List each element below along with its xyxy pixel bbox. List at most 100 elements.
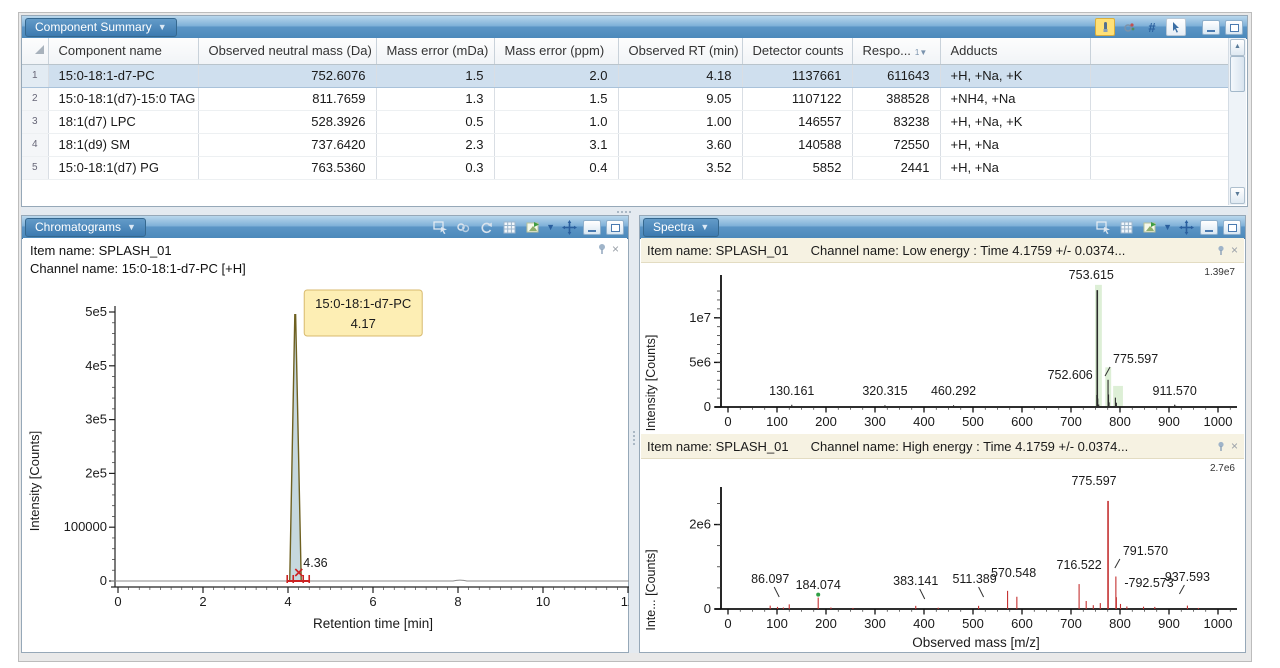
table-scrollbar[interactable]: ▲ ▼ <box>1228 38 1246 205</box>
table-cell: +H, +Na <box>940 156 1090 179</box>
table-cell: 1.3 <box>376 87 494 110</box>
corner-triangle-icon <box>32 42 46 56</box>
scroll-down-button[interactable]: ▼ <box>1230 187 1245 204</box>
chromatogram-plot[interactable]: 01000002e53e54e55e5Intensity [Counts]024… <box>23 276 629 652</box>
minimize-button[interactable] <box>583 220 601 235</box>
splitter-grip[interactable] <box>631 425 636 451</box>
export-image-icon[interactable] <box>523 219 541 235</box>
close-icon[interactable]: × <box>612 244 619 254</box>
column-header-8[interactable]: Adducts <box>940 38 1090 64</box>
svg-text:600: 600 <box>1011 414 1033 429</box>
export-dropdown-icon[interactable]: ▼ <box>1163 222 1172 232</box>
undo-zoom-icon[interactable] <box>477 219 495 235</box>
number-format-icon[interactable]: # <box>1143 19 1161 35</box>
pan-icon[interactable] <box>1177 219 1195 235</box>
column-header-3[interactable]: Mass error (mDa) <box>376 38 494 64</box>
component-summary-title: Component Summary <box>35 20 152 34</box>
svg-text:200: 200 <box>815 414 837 429</box>
table-cell: 3.1 <box>494 133 618 156</box>
pin-icon[interactable] <box>1216 441 1226 452</box>
low-energy-spectrum-plot[interactable]: 05e61e701002003004005006007008009001000I… <box>641 263 1246 433</box>
pin-icon[interactable] <box>1216 245 1226 256</box>
zoom-select-icon[interactable] <box>431 219 449 235</box>
pointer-tool-icon[interactable] <box>1166 18 1186 36</box>
close-icon[interactable]: × <box>1231 245 1238 255</box>
plot-controls: × <box>597 243 619 255</box>
table-cell: 15:0-18:1(d7)-15:0 TAG <box>48 87 198 110</box>
svg-text:2e6: 2e6 <box>689 517 711 532</box>
legend-icon[interactable] <box>1120 19 1138 35</box>
spectra-menu[interactable]: Spectra ▼ <box>643 218 719 237</box>
chromatogram-content: Item name: SPLASH_01 Channel name: 15:0-… <box>23 238 627 651</box>
minimize-button[interactable] <box>1200 220 1218 235</box>
splitter-grip[interactable] <box>611 209 637 214</box>
scroll-thumb[interactable] <box>1230 56 1245 92</box>
table-cell: 140588 <box>742 133 852 156</box>
chromatograms-titlebar: Chromatograms ▼ ▼ <box>22 216 628 239</box>
svg-text:184.074: 184.074 <box>796 578 841 592</box>
svg-text:320.315: 320.315 <box>862 384 907 398</box>
export-dropdown-icon[interactable]: ▼ <box>546 222 555 232</box>
svg-text:400: 400 <box>913 616 935 631</box>
column-header-7[interactable]: Respo...1▼ <box>852 38 940 64</box>
spectra-panel: Spectra ▼ ▼ <box>639 215 1246 653</box>
link-plots-icon[interactable] <box>454 219 472 235</box>
svg-text:900: 900 <box>1158 616 1180 631</box>
column-header-label: Mass error (mDa) <box>387 43 489 58</box>
restore-button[interactable] <box>1225 20 1243 35</box>
high-item-name: Item name: SPLASH_01 <box>647 439 789 454</box>
column-header-6[interactable]: Detector counts <box>742 38 852 64</box>
vertical-splitter[interactable] <box>629 215 639 653</box>
summary-table-wrap: Component name Observed neutral mass (Da)… <box>22 38 1230 206</box>
column-header-5[interactable]: Observed RT (min) <box>618 38 742 64</box>
high-energy-spectrum-plot[interactable]: 02e601002003004005006007008009001000Inte… <box>641 459 1246 651</box>
svg-text:Inte... [Counts]: Inte... [Counts] <box>644 549 658 630</box>
column-header-4[interactable]: Mass error (ppm) <box>494 38 618 64</box>
minimize-button[interactable] <box>1202 20 1220 35</box>
scroll-up-button[interactable]: ▲ <box>1230 39 1245 56</box>
svg-text:8: 8 <box>454 594 461 609</box>
zoom-select-icon[interactable] <box>1094 219 1112 235</box>
svg-text:716.522: 716.522 <box>1057 558 1102 572</box>
svg-text:0: 0 <box>724 616 731 631</box>
table-row[interactable]: 215:0-18:1(d7)-15:0 TAG811.76591.31.59.0… <box>22 87 1230 110</box>
svg-text:5e6: 5e6 <box>689 354 711 369</box>
svg-text:15:0-18:1-d7-PC: 15:0-18:1-d7-PC <box>315 296 411 311</box>
table-cell: 1.5 <box>494 87 618 110</box>
highlight-component-icon[interactable] <box>1095 18 1115 36</box>
chromatograms-menu[interactable]: Chromatograms ▼ <box>25 218 146 237</box>
component-summary-titlebar: Component Summary ▼ # <box>22 16 1247 39</box>
svg-text:600: 600 <box>1011 616 1033 631</box>
filler-cell <box>1090 156 1230 179</box>
table-row[interactable]: 115:0-18:1-d7-PC752.60761.52.04.18113766… <box>22 64 1230 87</box>
restore-button[interactable] <box>1223 220 1241 235</box>
select-all-corner[interactable] <box>22 38 48 64</box>
column-header-2[interactable]: Observed neutral mass (Da) <box>198 38 376 64</box>
show-table-icon[interactable] <box>1117 219 1135 235</box>
export-image-icon[interactable] <box>1140 219 1158 235</box>
svg-text:0: 0 <box>114 594 121 609</box>
row-number: 3 <box>22 110 48 133</box>
column-header-label: Observed neutral mass (Da) <box>209 43 372 58</box>
table-cell: 72550 <box>852 133 940 156</box>
svg-text:2: 2 <box>199 594 206 609</box>
close-icon[interactable]: × <box>1231 441 1238 451</box>
svg-text:775.597: 775.597 <box>1071 474 1116 488</box>
restore-button[interactable] <box>606 220 624 235</box>
horizontal-splitter[interactable] <box>21 207 1248 215</box>
table-cell: 9.05 <box>618 87 742 110</box>
table-row[interactable]: 318:1(d7) LPC528.39260.51.01.00146557832… <box>22 110 1230 133</box>
table-row[interactable]: 418:1(d9) SM737.64202.33.13.601405887255… <box>22 133 1230 156</box>
pan-icon[interactable] <box>560 219 578 235</box>
component-summary-menu[interactable]: Component Summary ▼ <box>25 18 177 37</box>
table-cell: 0.4 <box>494 156 618 179</box>
svg-text:4: 4 <box>284 594 291 609</box>
table-row[interactable]: 515:0-18:1(d7) PG763.53600.30.43.5258522… <box>22 156 1230 179</box>
spectra-titlebar: Spectra ▼ ▼ <box>640 216 1245 239</box>
table-cell: 611643 <box>852 64 940 87</box>
svg-text:6: 6 <box>369 594 376 609</box>
show-table-icon[interactable] <box>500 219 518 235</box>
row-number: 1 <box>22 64 48 87</box>
column-header-1[interactable]: Component name <box>48 38 198 64</box>
pin-icon[interactable] <box>597 243 607 255</box>
